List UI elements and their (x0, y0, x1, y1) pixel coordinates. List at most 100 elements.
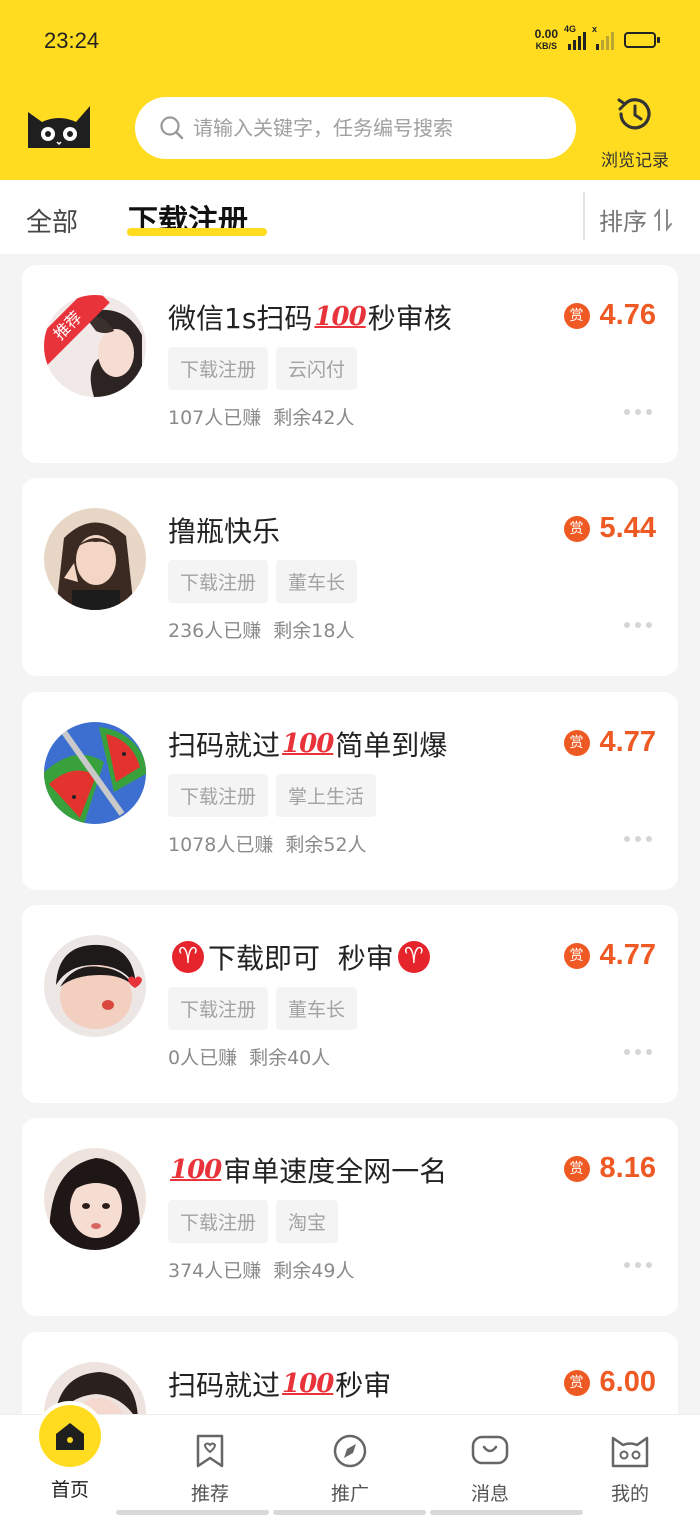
tag: 下载注册 (168, 1200, 269, 1243)
history-clock-icon (617, 98, 651, 130)
tag: 董车长 (276, 560, 358, 603)
divider (583, 192, 585, 240)
hundred-emoji-icon: 100 (282, 729, 334, 759)
sort-label: 排序 (599, 208, 647, 236)
signal-2-icon: x (592, 24, 614, 50)
task-reward: 赏 4.77 (563, 726, 656, 759)
search-bar[interactable] (135, 97, 576, 159)
task-tags: 下载注册 董车长 (168, 987, 358, 1030)
tag: 下载注册 (168, 347, 269, 390)
gesture-bar (116, 1510, 269, 1515)
task-card[interactable]: 扫码就过 100 简单到爆 下载注册 掌上生活 1078人已赚 剩余52人 赏 4.7… (22, 692, 678, 890)
more-options-icon[interactable] (624, 836, 652, 842)
reward-amount: 6.00 (599, 1366, 656, 1398)
nav-promote[interactable]: 推广 (300, 1433, 400, 1506)
task-reward: 赏 6.00 (563, 1366, 656, 1399)
more-options-icon[interactable] (624, 622, 652, 628)
bottom-navigation: 首页 推荐 推广 消息 我的 (0, 1401, 700, 1517)
history-label: 浏览记录 (601, 151, 669, 171)
task-title: 100 审单速度全网一名 (170, 1155, 448, 1188)
task-reward: 赏 8.16 (563, 1152, 656, 1185)
tag: 淘宝 (276, 1200, 339, 1243)
hundred-emoji-icon: 100 (282, 1369, 334, 1399)
history-button[interactable]: 浏览记录 (592, 92, 678, 171)
gesture-bar (430, 1510, 583, 1515)
task-stats: 374人已赚 剩余49人 (168, 1260, 355, 1282)
reward-badge-icon: 赏 (563, 1369, 590, 1396)
reward-amount: 4.77 (599, 939, 656, 971)
search-icon (160, 116, 184, 140)
task-tags: 下载注册 淘宝 (168, 1200, 339, 1243)
task-tags: 下载注册 云闪付 (168, 347, 358, 390)
task-card[interactable]: 撸瓶快乐 下载注册 董车长 236人已赚 剩余18人 赏 5.44 (22, 478, 678, 676)
task-title: 扫码就过 100 秒审 (168, 1369, 392, 1402)
task-title: ♈ 下载即可 秒审 ♈ (168, 937, 434, 977)
network-speed: 0.00 KB/S (534, 27, 558, 51)
task-card[interactable]: ♈ 下载即可 秒审 ♈ 下载注册 董车长 0人已赚 剩余40人 赏 4.77 (22, 905, 678, 1103)
task-avatar (44, 722, 146, 824)
task-stats: 0人已赚 剩余40人 (168, 1047, 331, 1069)
tag: 董车长 (276, 987, 358, 1030)
reward-amount: 4.77 (599, 726, 656, 758)
category-tabs: 全部 下载注册 排序 (0, 180, 700, 254)
task-reward: 赏 5.44 (563, 512, 656, 545)
hundred-emoji-icon: 100 (170, 1155, 222, 1185)
tag: 下载注册 (168, 560, 269, 603)
task-title: 撸瓶快乐 (168, 515, 281, 548)
task-avatar (44, 508, 146, 610)
tag: 掌上生活 (276, 774, 377, 817)
reward-badge-icon: 赏 (563, 515, 590, 542)
home-icon (56, 1423, 84, 1450)
task-reward: 赏 4.76 (563, 299, 656, 332)
message-bubble-icon (471, 1435, 509, 1465)
status-time: 23:24 (44, 28, 100, 53)
reward-badge-icon: 赏 (563, 729, 590, 756)
task-title: 扫码就过 100 简单到爆 (168, 729, 448, 762)
aries-emoji-icon: ♈ (172, 941, 204, 973)
search-input[interactable] (193, 116, 553, 140)
task-avatar (44, 1148, 146, 1250)
task-stats: 1078人已赚 剩余52人 (168, 834, 367, 856)
nav-mine[interactable]: 我的 (580, 1433, 680, 1506)
battery-icon (624, 32, 660, 48)
reward-badge-icon: 赏 (563, 1155, 590, 1182)
nav-recommend[interactable]: 推荐 (160, 1433, 260, 1506)
more-options-icon[interactable] (624, 1262, 652, 1268)
task-stats: 107人已赚 剩余42人 (168, 407, 355, 429)
sort-button[interactable]: 排序 (599, 202, 673, 237)
task-avatar (44, 935, 146, 1037)
compass-icon (333, 1434, 367, 1468)
tag: 云闪付 (276, 347, 358, 390)
task-tags: 下载注册 掌上生活 (168, 774, 377, 817)
signal-4g-icon: 4G (564, 24, 586, 50)
aries-emoji-icon: ♈ (397, 941, 430, 973)
gesture-bar (273, 1510, 426, 1515)
reward-badge-icon: 赏 (563, 302, 590, 329)
tag: 下载注册 (168, 774, 269, 817)
sort-arrows-icon (654, 207, 672, 232)
task-reward: 赏 4.77 (563, 939, 656, 972)
reward-badge-icon: 赏 (563, 942, 590, 969)
app-header: 23:24 0.00 KB/S 4G x 请输入关键字，任务编号搜索 浏览记录 (0, 0, 700, 180)
nav-home[interactable] (35, 1401, 105, 1471)
more-options-icon[interactable] (624, 1049, 652, 1055)
nav-messages[interactable]: 消息 (440, 1433, 540, 1506)
task-avatar: 推荐 (44, 295, 146, 397)
cat-logo-icon[interactable] (24, 102, 94, 150)
task-title: 微信1s扫码 100 秒审核 (168, 302, 452, 335)
reward-amount: 4.76 (599, 299, 656, 331)
tab-all[interactable]: 全部 (26, 202, 78, 239)
nav-home-label[interactable]: 首页 (20, 1475, 120, 1502)
tab-active-indicator (127, 228, 267, 236)
task-stats: 236人已赚 剩余18人 (168, 620, 355, 642)
status-icons: 0.00 KB/S 4G x (534, 24, 660, 52)
task-card[interactable]: 推荐 微信1s扫码 100 秒审核 下载注册 云闪付 107人已赚 剩余42人 赏 4… (22, 265, 678, 463)
more-options-icon[interactable] (624, 409, 652, 415)
tag: 下载注册 (168, 987, 269, 1030)
cat-face-icon (611, 1436, 649, 1468)
bookmark-heart-icon (196, 1434, 224, 1468)
task-tags: 下载注册 董车长 (168, 560, 358, 603)
hundred-emoji-icon: 100 (314, 302, 366, 332)
reward-amount: 5.44 (599, 512, 656, 544)
task-card[interactable]: 100 审单速度全网一名 下载注册 淘宝 374人已赚 剩余49人 赏 8.16 (22, 1118, 678, 1316)
